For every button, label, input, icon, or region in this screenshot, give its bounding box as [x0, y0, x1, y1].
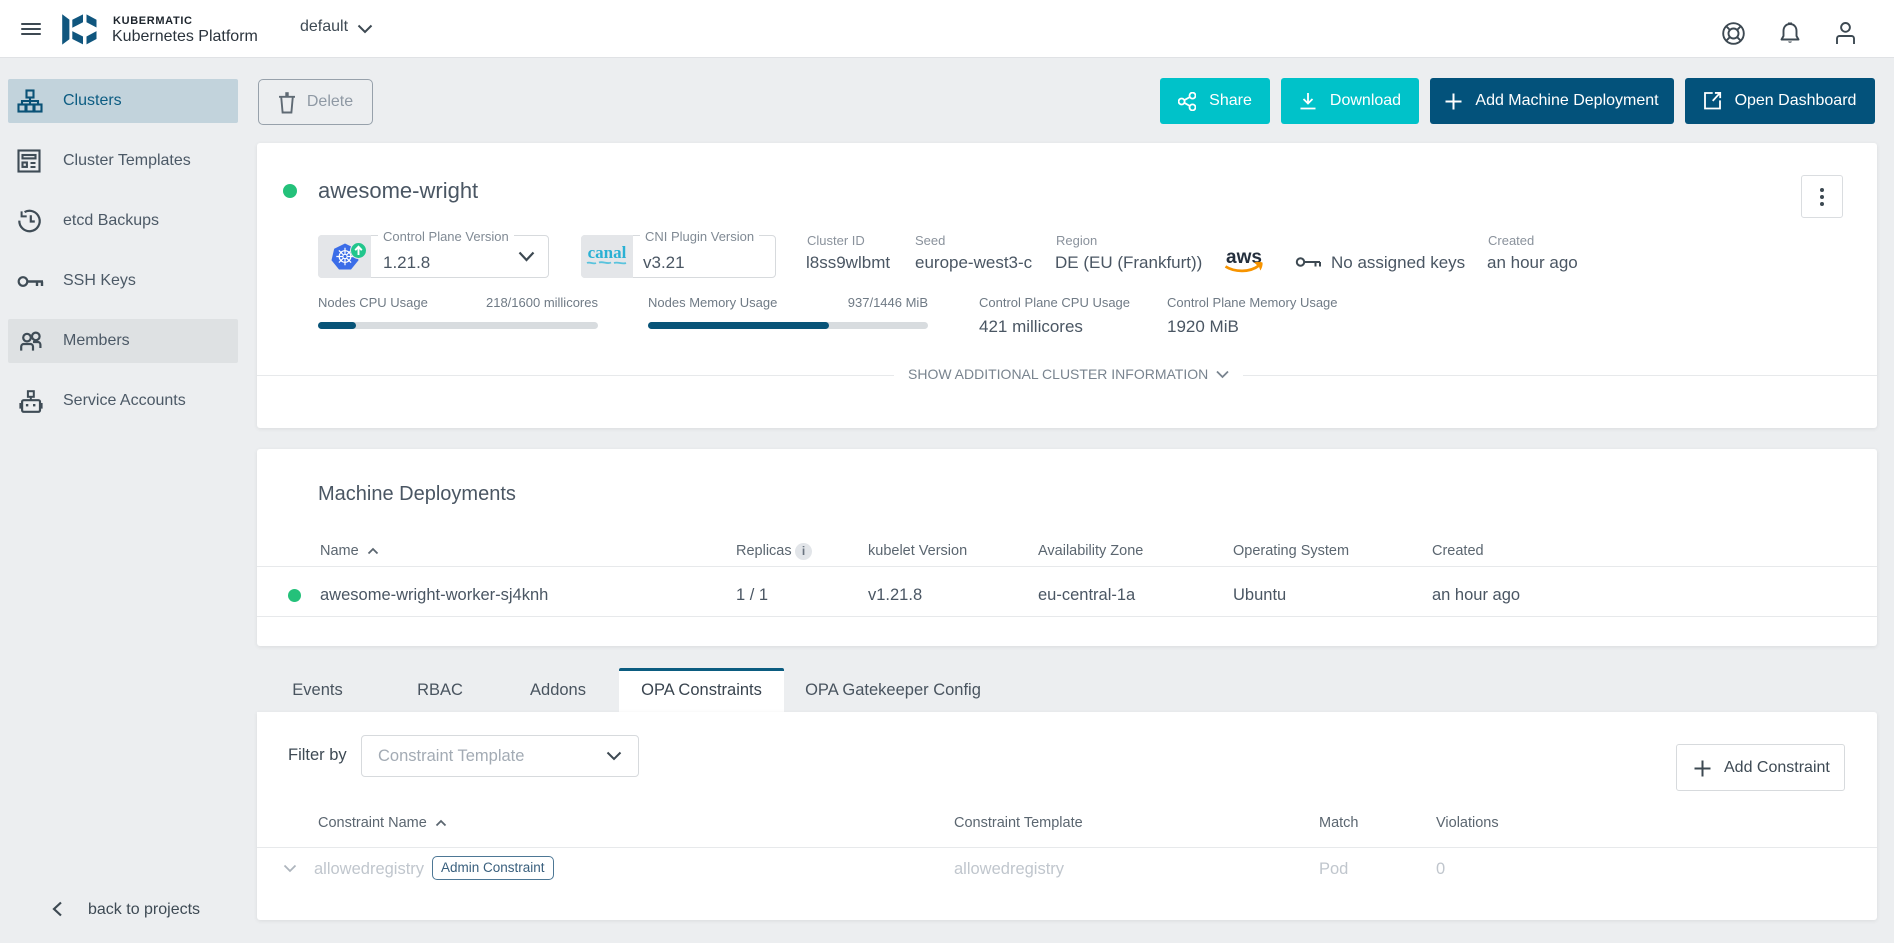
svg-text:aws: aws: [1226, 247, 1262, 268]
svg-text:canal: canal: [588, 243, 627, 262]
